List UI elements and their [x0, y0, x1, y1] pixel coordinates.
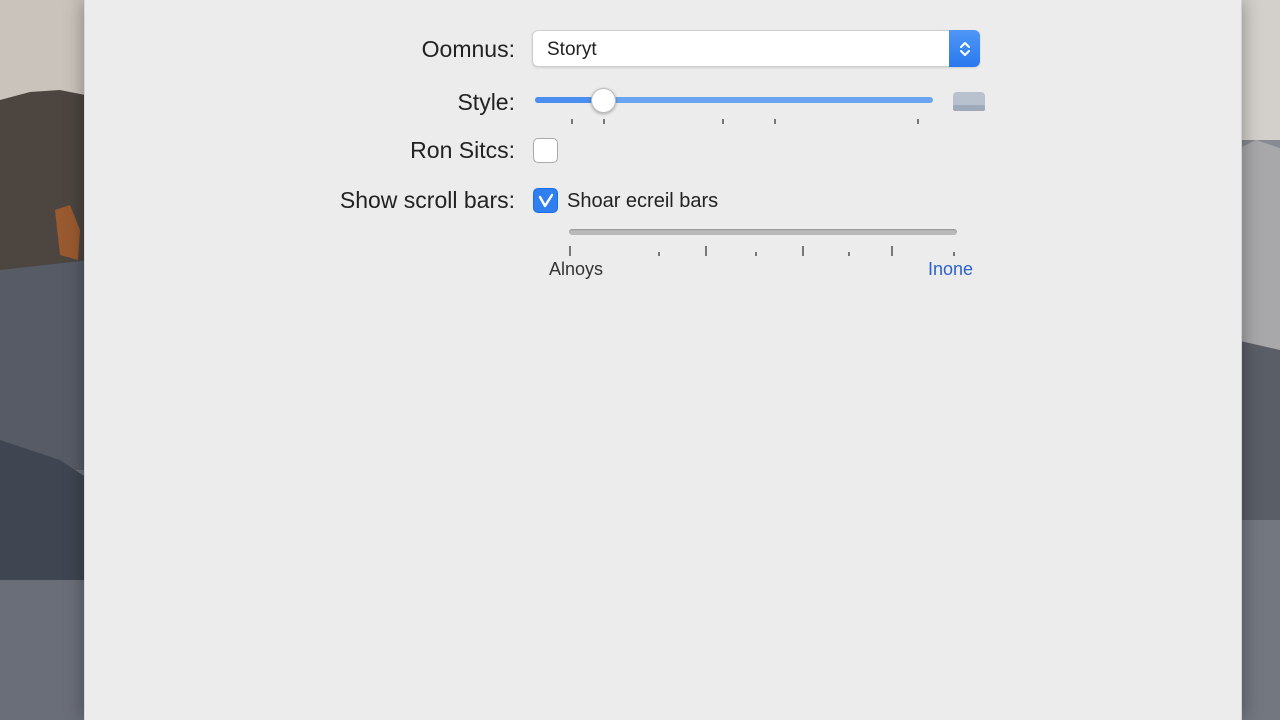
scale-tick — [704, 246, 707, 256]
slider-tick — [917, 119, 920, 124]
chevron-updown-icon[interactable] — [949, 30, 980, 67]
wallpaper-right — [1236, 0, 1280, 720]
scale-max-label: Inone — [928, 259, 974, 279]
checkmark-icon — [538, 193, 553, 207]
scroll-bars-checkbox-label[interactable]: Shoar ecreil bars — [567, 190, 718, 213]
scale-tick — [801, 246, 804, 256]
slider-tick — [773, 119, 776, 124]
ron-sites-label: Ron Sitcs: — [410, 137, 515, 163]
wallpaper-left — [0, 0, 90, 720]
slider-knob[interactable] — [590, 88, 616, 113]
slider-tick — [722, 119, 725, 124]
scroll-bars-label: Show scroll bars: — [339, 187, 515, 213]
size-icon — [953, 92, 985, 111]
domains-popup[interactable]: Storyt — [532, 30, 980, 67]
slider-tick — [570, 119, 573, 124]
scale-tick — [658, 252, 661, 256]
scroll-bars-scale[interactable] — [569, 229, 957, 235]
style-label: Style: — [457, 89, 515, 115]
ron-sites-checkbox[interactable] — [533, 138, 558, 163]
domains-label: Oomnus: — [421, 36, 515, 62]
domains-popup-value: Storyt — [547, 39, 597, 60]
scale-tick — [569, 246, 571, 256]
scale-min-label: Alnoys — [549, 259, 604, 279]
preferences-window: Oomnus: Storyt Style: Ron Sitcs: Show sc… — [84, 0, 1242, 720]
slider-tick — [602, 119, 605, 124]
style-slider[interactable] — [535, 88, 935, 130]
scale-tick — [848, 252, 851, 256]
scroll-bars-checkbox[interactable] — [533, 188, 558, 213]
scale-tick — [891, 246, 894, 256]
scale-tick — [755, 252, 758, 256]
scale-tick — [953, 252, 956, 256]
